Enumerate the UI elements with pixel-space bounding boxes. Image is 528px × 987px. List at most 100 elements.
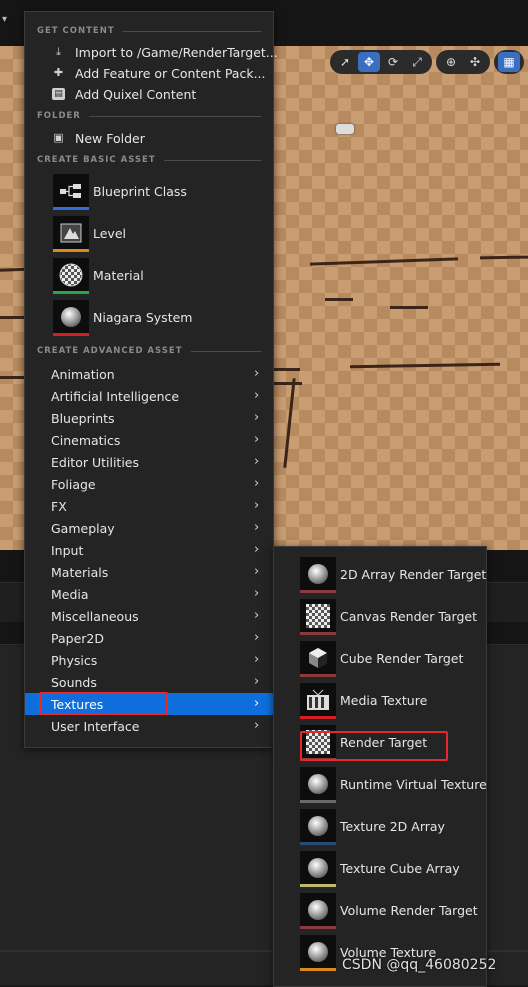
category-sounds[interactable]: Sounds › (25, 671, 273, 693)
category-artificial-intelligence[interactable]: Artificial Intelligence › (25, 385, 273, 407)
chevron-right-icon: › (254, 454, 260, 469)
sphere-icon (300, 809, 336, 842)
menu-item-label: Level (93, 226, 126, 241)
submenu-item-volume-render-target[interactable]: Volume Render Target (274, 889, 486, 931)
submenu-item-label: Cube Render Target (340, 651, 464, 666)
new-folder-menu-item[interactable]: ▣ New Folder (25, 128, 273, 148)
chevron-right-icon: › (254, 498, 260, 513)
floor-seam (349, 362, 501, 369)
level-item[interactable]: Level (25, 214, 273, 254)
section-label: GET CONTENT (37, 26, 115, 36)
category-cinematics[interactable]: Cinematics › (25, 429, 273, 451)
category-label: Artificial Intelligence (51, 389, 180, 404)
asset-color-bar (53, 249, 89, 252)
chevron-right-icon: › (254, 564, 260, 579)
dropdown-arrow-icon[interactable]: ▾ (2, 14, 7, 25)
submenu-item-texture-2d-array[interactable]: Texture 2D Array (274, 805, 486, 847)
chevron-right-icon: › (254, 674, 260, 689)
space-tools: ⊕ ✣ (436, 50, 490, 74)
category-media[interactable]: Media › (25, 583, 273, 605)
submenu-item-runtime-virtual-texture[interactable]: Runtime Virtual Texture (274, 763, 487, 805)
category-fx[interactable]: FX › (25, 495, 273, 517)
category-paper2d[interactable]: Paper2D › (25, 627, 273, 649)
cube-icon (300, 641, 336, 674)
globe-icon[interactable]: ⊕ (440, 52, 462, 72)
translate-icon[interactable]: ✥ (358, 52, 380, 72)
chevron-right-icon: › (254, 520, 260, 535)
category-label: Sounds (51, 675, 97, 690)
floor-seam (390, 306, 428, 309)
grid-icon[interactable]: ▦ (498, 52, 520, 72)
niagara-icon (53, 300, 89, 333)
category-miscellaneous[interactable]: Miscellaneous › (25, 605, 273, 627)
section-label: CREATE BASIC ASSET (37, 155, 156, 165)
chevron-right-icon: › (254, 608, 260, 623)
niagara-thumbnail (53, 300, 89, 336)
add-quixel-menu-item[interactable]: ▤ Add Quixel Content (25, 84, 273, 104)
asset-color-bar (300, 842, 336, 845)
grid-tools: ▦ (494, 50, 524, 74)
section-folder: FOLDER (37, 109, 261, 123)
menu-item-label: Add Feature or Content Pack... (75, 65, 266, 81)
chevron-right-icon: › (254, 476, 260, 491)
divider (88, 115, 261, 117)
submenu-item-media-texture[interactable]: Media Texture (274, 679, 486, 721)
select-icon[interactable]: ➚ (334, 52, 356, 72)
chevron-right-icon: › (254, 630, 260, 645)
category-foliage[interactable]: Foliage › (25, 473, 273, 495)
submenu-item-texture-cube-array[interactable]: Texture Cube Array (274, 847, 486, 889)
category-materials[interactable]: Materials › (25, 561, 273, 583)
category-label: Materials (51, 565, 109, 580)
asset-thumbnail (300, 641, 336, 677)
rotate-icon[interactable]: ⟳ (382, 52, 404, 72)
category-label: Cinematics (51, 433, 121, 448)
category-input[interactable]: Input › (25, 539, 273, 561)
scene-prop[interactable] (336, 124, 354, 134)
snap-icon[interactable]: ✣ (464, 52, 486, 72)
category-animation[interactable]: Animation › (25, 363, 273, 385)
menu-item-label: Material (93, 268, 144, 283)
asset-thumbnail (300, 683, 336, 719)
asset-thumbnail (300, 851, 336, 887)
scale-icon[interactable]: ⤢ (406, 52, 428, 72)
material-thumbnail (53, 258, 89, 294)
category-physics[interactable]: Physics › (25, 649, 273, 671)
import-menu-item[interactable]: ⤓ Import to /Game/RenderTarget... (25, 42, 278, 62)
sphere-icon (300, 893, 336, 926)
category-blueprints[interactable]: Blueprints › (25, 407, 273, 429)
chevron-right-icon: › (254, 652, 260, 667)
chevron-right-icon: › (254, 586, 260, 601)
submenu-item-2d-array-render-target[interactable]: 2D Array Render Target (274, 553, 486, 595)
add-feature-menu-item[interactable]: ✚ Add Feature or Content Pack... (25, 63, 273, 83)
category-gameplay[interactable]: Gameplay › (25, 517, 273, 539)
import-icon: ⤓ (56, 45, 61, 58)
tv-icon (300, 683, 336, 716)
niagara-system-item[interactable]: Niagara System (25, 298, 273, 338)
chevron-right-icon: › (254, 366, 260, 381)
category-user-interface[interactable]: User Interface › (25, 715, 273, 737)
submenu-item-cube-render-target[interactable]: Cube Render Target (274, 637, 486, 679)
category-editor-utilities[interactable]: Editor Utilities › (25, 451, 273, 473)
asset-color-bar (300, 884, 336, 887)
section-get-content: GET CONTENT (37, 24, 261, 38)
category-label: Physics (51, 653, 98, 668)
divider (190, 350, 261, 352)
asset-color-bar (300, 926, 336, 929)
blueprint-class-item[interactable]: Blueprint Class (25, 172, 273, 212)
category-label: Animation (51, 367, 115, 382)
section-label: CREATE ADVANCED ASSET (37, 346, 183, 356)
section-create-advanced: CREATE ADVANCED ASSET (37, 344, 261, 358)
floor-seam (479, 255, 528, 260)
menu-item-label: Niagara System (93, 310, 193, 325)
section-label: FOLDER (37, 111, 81, 121)
submenu-item-label: Texture Cube Array (340, 861, 460, 876)
category-label: Input (51, 543, 84, 558)
menu-item-label: Add Quixel Content (75, 86, 197, 102)
chevron-right-icon: › (254, 388, 260, 403)
submenu-item-canvas-render-target[interactable]: Canvas Render Target (274, 595, 486, 637)
category-label: Blueprints (51, 411, 115, 426)
material-item[interactable]: Material (25, 256, 273, 296)
level-icon (53, 216, 89, 249)
menu-item-label: Import to /Game/RenderTarget... (75, 44, 278, 60)
asset-color-bar (53, 333, 89, 336)
